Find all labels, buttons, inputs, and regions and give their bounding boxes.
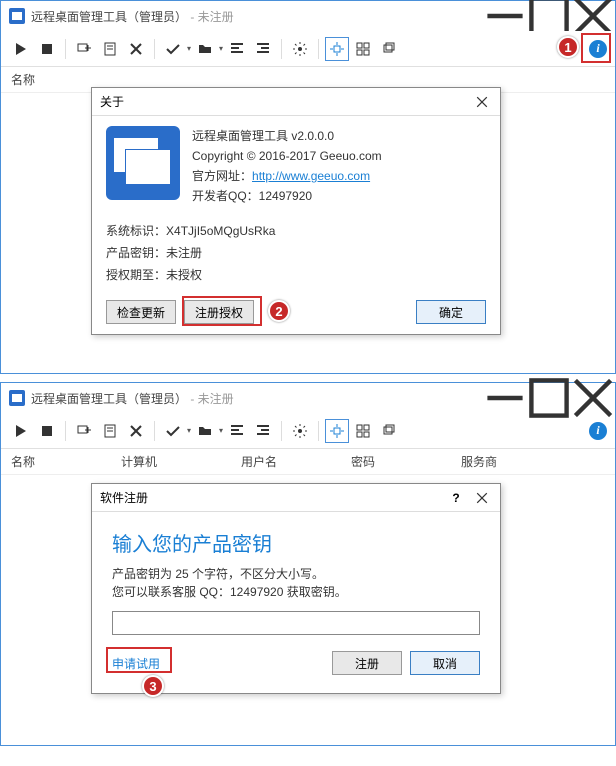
grid-icon[interactable] (351, 419, 375, 443)
stop-icon[interactable] (35, 37, 59, 61)
about-close-button[interactable] (472, 92, 492, 112)
about-logo-icon (106, 126, 180, 200)
register-license-button[interactable]: 注册授权 (184, 300, 254, 324)
check-icon[interactable] (161, 419, 185, 443)
product-key-input[interactable] (112, 611, 480, 635)
settings-icon[interactable] (288, 37, 312, 61)
windows-icon[interactable] (377, 37, 401, 61)
website-label: 官方网址： (192, 169, 252, 183)
add-monitor-icon[interactable] (72, 37, 96, 61)
grid-icon[interactable] (351, 37, 375, 61)
minimize-button[interactable] (483, 1, 527, 31)
minimize-button[interactable] (483, 383, 527, 413)
marker-3: 3 (142, 675, 164, 697)
about-details: 系统标识：X4TJjI5oMQgUsRka 产品密钥：未注册 授权期至：未授权 (106, 220, 486, 286)
register-button[interactable]: 注册 (332, 651, 402, 675)
close-button[interactable] (571, 1, 615, 31)
info-button[interactable]: i (589, 422, 607, 440)
stop-icon[interactable] (35, 419, 59, 443)
edit-icon[interactable] (98, 37, 122, 61)
reg-close-button[interactable] (472, 488, 492, 508)
app-icon (9, 390, 25, 406)
close-button[interactable] (571, 383, 615, 413)
window-title: 远程桌面管理工具（管理员） - 未注册 (31, 8, 234, 25)
reg-heading: 输入您的产品密钥 (112, 528, 480, 557)
check-icon[interactable] (161, 37, 185, 61)
col-computer: 计算机 (121, 453, 241, 470)
cancel-button[interactable]: 取消 (410, 651, 480, 675)
col-provider: 服务商 (461, 453, 561, 470)
folder-icon[interactable] (193, 419, 217, 443)
content-area: 软件注册 ? 输入您的产品密钥 产品密钥为 25 个字符，不区分大小写。 您可以… (1, 475, 615, 745)
align-left-icon[interactable] (225, 419, 249, 443)
about-dialog: 关于 远程桌面管理工具 v2.0.0.0 Copyright © 2016-20… (91, 87, 501, 335)
app-icon (9, 8, 25, 24)
content-area: 关于 远程桌面管理工具 v2.0.0.0 Copyright © 2016-20… (1, 93, 615, 373)
product-name: 远程桌面管理工具 v2.0.0.0 (192, 126, 382, 146)
info-button[interactable]: i (589, 40, 607, 58)
main-window-2: 远程桌面管理工具（管理员） - 未注册 ▾ ▾ i 名称 计算机 用户名 密码 … (0, 382, 616, 746)
check-update-button[interactable]: 检查更新 (106, 300, 176, 324)
delete-icon[interactable] (124, 419, 148, 443)
col-name: 名称 (11, 453, 121, 470)
col-pass: 密码 (351, 453, 461, 470)
reg-help-button[interactable]: ? (446, 488, 466, 508)
website-link[interactable]: http://www.geeuo.com (252, 169, 370, 183)
col-user: 用户名 (241, 453, 351, 470)
main-window-1: 远程桌面管理工具（管理员） - 未注册 ▾ ▾ i 1 名称 (0, 0, 616, 374)
col-name: 名称 (11, 71, 101, 88)
fullscreen-icon[interactable] (325, 37, 349, 61)
trial-link[interactable]: 申请试用 (112, 655, 160, 672)
windows-icon[interactable] (377, 419, 401, 443)
fullscreen-icon[interactable] (325, 419, 349, 443)
titlebar: 远程桌面管理工具（管理员） - 未注册 (1, 383, 615, 413)
maximize-button[interactable] (527, 383, 571, 413)
play-icon[interactable] (9, 419, 33, 443)
copyright: Copyright © 2016-2017 Geeuo.com (192, 146, 382, 166)
window-title: 远程桌面管理工具（管理员） - 未注册 (31, 390, 234, 407)
about-info: 远程桌面管理工具 v2.0.0.0 Copyright © 2016-2017 … (192, 126, 382, 206)
about-title: 关于 (100, 93, 124, 110)
toolbar: ▾ ▾ i 1 (1, 31, 615, 67)
align-right-icon[interactable] (251, 37, 275, 61)
about-titlebar: 关于 (92, 88, 500, 116)
titlebar: 远程桌面管理工具（管理员） - 未注册 (1, 1, 615, 31)
settings-icon[interactable] (288, 419, 312, 443)
marker-2: 2 (268, 300, 290, 322)
play-icon[interactable] (9, 37, 33, 61)
register-dialog: 软件注册 ? 输入您的产品密钥 产品密钥为 25 个字符，不区分大小写。 您可以… (91, 483, 501, 694)
ok-button[interactable]: 确定 (416, 300, 486, 324)
reg-titlebar: 软件注册 ? (92, 484, 500, 512)
align-right-icon[interactable] (251, 419, 275, 443)
folder-icon[interactable] (193, 37, 217, 61)
marker-1: 1 (557, 36, 579, 58)
info-icon: i (589, 422, 607, 440)
reg-text: 产品密钥为 25 个字符，不区分大小写。 您可以联系客服 QQ：12497920… (112, 565, 480, 601)
maximize-button[interactable] (527, 1, 571, 31)
delete-icon[interactable] (124, 37, 148, 61)
info-icon: i (589, 40, 607, 58)
column-headers: 名称 计算机 用户名 密码 服务商 (1, 449, 615, 475)
dev-qq: 开发者QQ：12497920 (192, 186, 382, 206)
add-monitor-icon[interactable] (72, 419, 96, 443)
align-left-icon[interactable] (225, 37, 249, 61)
reg-title: 软件注册 (100, 489, 148, 506)
edit-icon[interactable] (98, 419, 122, 443)
